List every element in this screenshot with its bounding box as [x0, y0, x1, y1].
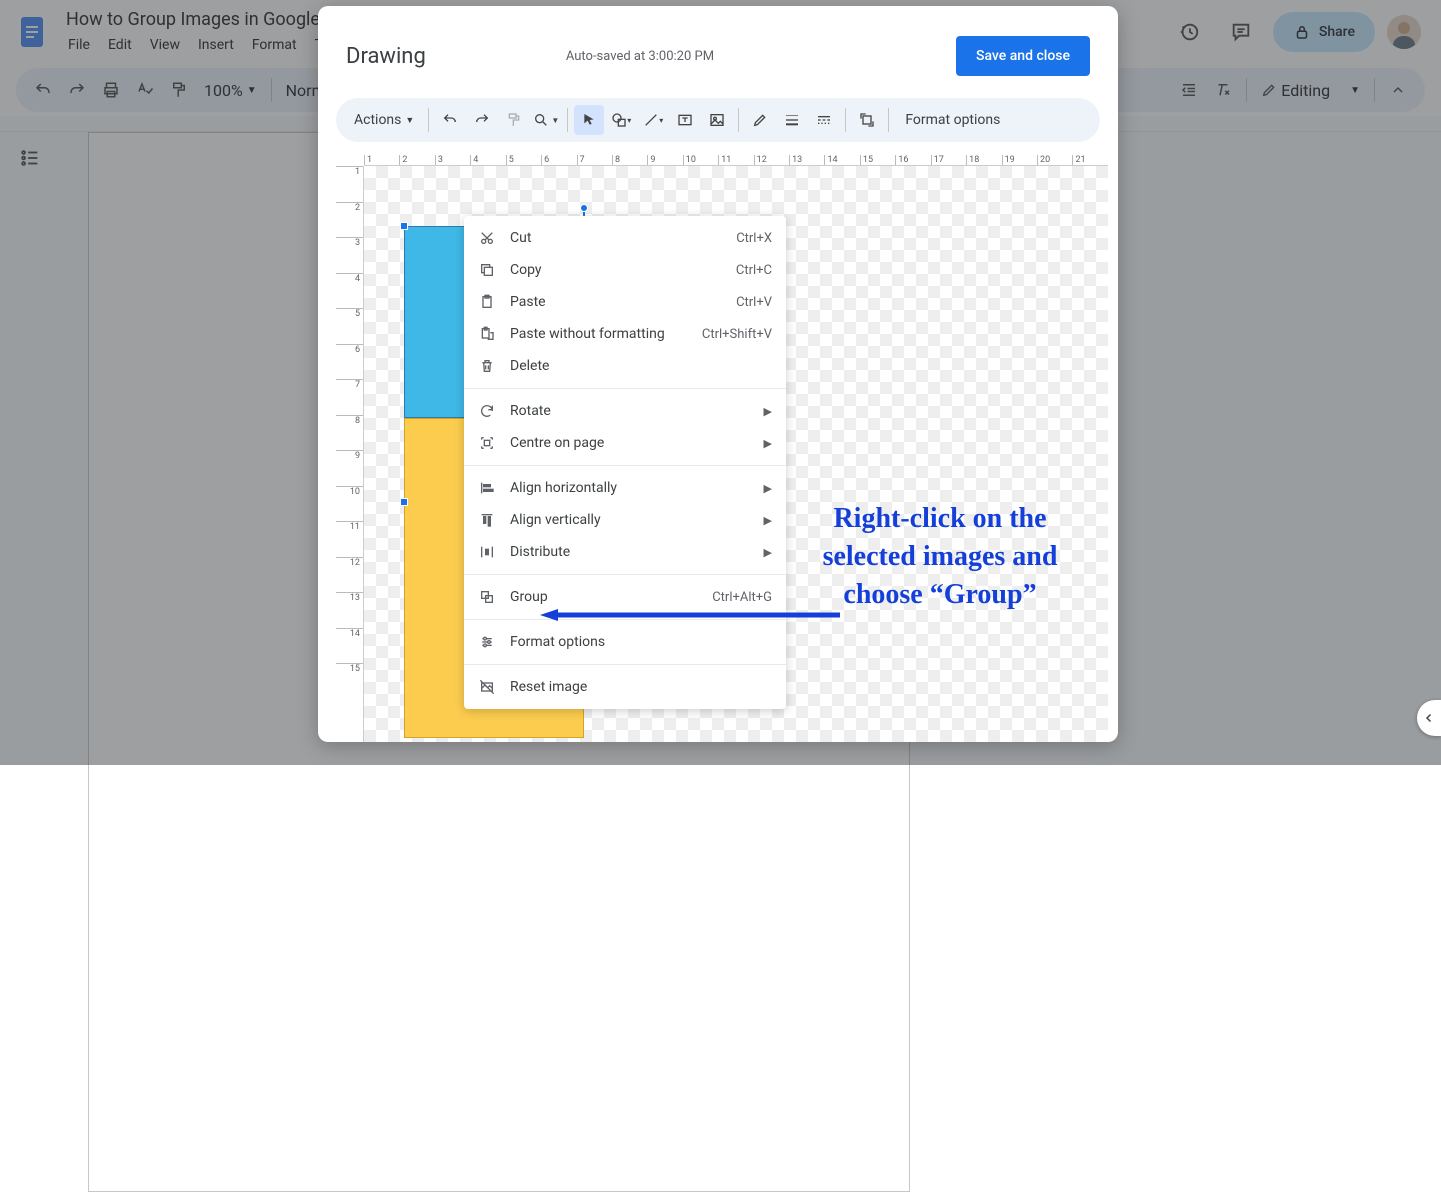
save-and-close-button[interactable]: Save and close	[956, 36, 1090, 76]
drawing-canvas-wrap: 123456789101112131415161718192021 123456…	[336, 150, 1114, 742]
textbox-tool-icon[interactable]	[670, 105, 700, 135]
context-centre-on-page[interactable]: Centre on page▶	[464, 427, 786, 459]
fopt-icon	[478, 633, 496, 651]
shape-tool-icon[interactable]: ▾	[606, 105, 636, 135]
paint-format-icon[interactable]	[499, 105, 529, 135]
modal-title: Drawing	[346, 44, 426, 69]
redo-icon[interactable]	[467, 105, 497, 135]
context-align-horizontally[interactable]: Align horizontally▶	[464, 472, 786, 504]
rotation-handle[interactable]	[580, 204, 588, 212]
paste-icon	[478, 293, 496, 311]
context-rotate[interactable]: Rotate▶	[464, 395, 786, 427]
rotate-icon	[478, 402, 496, 420]
reset-icon	[478, 678, 496, 696]
image-tool-icon[interactable]	[702, 105, 732, 135]
context-copy[interactable]: CopyCtrl+C	[464, 254, 786, 286]
group-icon	[478, 588, 496, 606]
alignh-icon	[478, 479, 496, 497]
context-paste[interactable]: PasteCtrl+V	[464, 286, 786, 318]
paste2-icon	[478, 325, 496, 343]
crop-rotate-icon[interactable]	[852, 105, 882, 135]
cut-icon	[478, 229, 496, 247]
context-align-vertically[interactable]: Align vertically▶	[464, 504, 786, 536]
drawing-hruler: 123456789101112131415161718192021	[364, 150, 1108, 166]
undo-icon[interactable]	[435, 105, 465, 135]
border-color-icon[interactable]	[745, 105, 775, 135]
border-weight-icon[interactable]	[777, 105, 807, 135]
context-reset-image[interactable]: Reset image	[464, 671, 786, 703]
selection-handle[interactable]	[400, 222, 408, 230]
context-paste-without-formatting[interactable]: Paste without formattingCtrl+Shift+V	[464, 318, 786, 350]
context-format-options[interactable]: Format options	[464, 626, 786, 658]
context-cut[interactable]: CutCtrl+X	[464, 222, 786, 254]
dist-icon	[478, 543, 496, 561]
line-tool-icon[interactable]: ▾	[638, 105, 668, 135]
border-dash-icon[interactable]	[809, 105, 839, 135]
centre-icon	[478, 434, 496, 452]
annotation-text: Right-click on the selected images and c…	[785, 500, 1095, 613]
autosave-status: Auto-saved at 3:00:20 PM	[566, 49, 714, 64]
alignv-icon	[478, 511, 496, 529]
copy-icon	[478, 261, 496, 279]
zoom-dropdown-icon[interactable]: ▼	[531, 105, 561, 135]
context-distribute[interactable]: Distribute▶	[464, 536, 786, 568]
drawing-vruler: 123456789101112131415	[336, 166, 364, 742]
delete-icon	[478, 357, 496, 375]
actions-dropdown[interactable]: Actions▼	[346, 108, 422, 132]
format-options-button[interactable]: Format options	[895, 112, 1010, 128]
drawing-toolbar: Actions▼ ▼ ▾ ▾ Format options	[336, 98, 1100, 142]
selection-handle[interactable]	[400, 498, 408, 506]
drawing-canvas[interactable]: CutCtrl+XCopyCtrl+CPasteCtrl+VPaste with…	[364, 166, 1108, 742]
drawing-modal: Drawing Auto-saved at 3:00:20 PM Save an…	[318, 6, 1118, 742]
select-tool-icon[interactable]	[574, 105, 604, 135]
context-menu: CutCtrl+XCopyCtrl+CPasteCtrl+VPaste with…	[464, 216, 786, 709]
context-delete[interactable]: Delete	[464, 350, 786, 382]
